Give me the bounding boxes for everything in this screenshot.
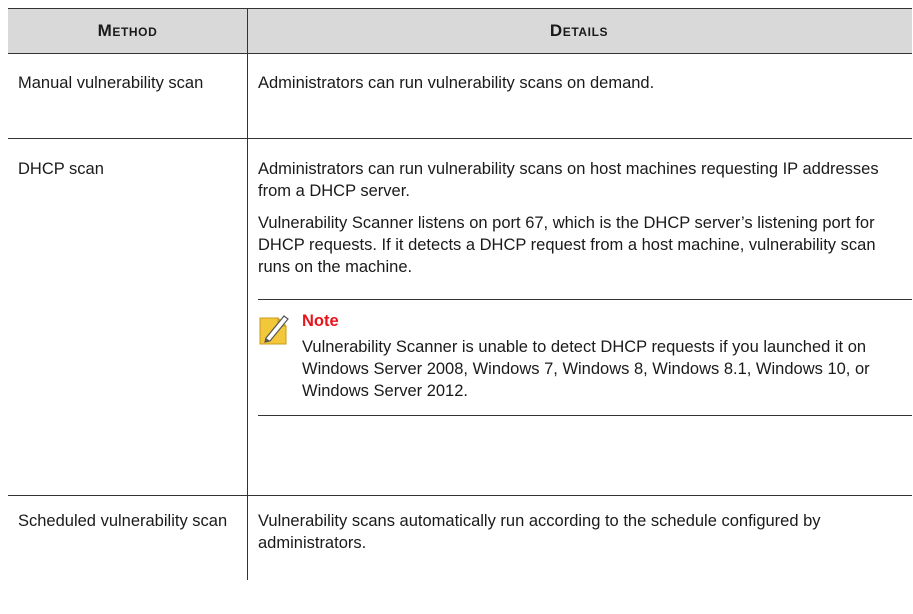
details-cell: Administrators can run vulnerability sca… (248, 139, 912, 495)
note-body: Note Vulnerability Scanner is unable to … (294, 310, 912, 402)
details-cell: Vulnerability scans automatically run ac… (248, 496, 912, 580)
note-text: Vulnerability Scanner is unable to detec… (302, 338, 870, 400)
header-method-label: Method (97, 21, 158, 40)
note-pencil-icon (258, 310, 294, 402)
method-cell: DHCP scan (8, 139, 248, 495)
details-cell: Administrators can run vulnerability sca… (248, 54, 912, 138)
table-header-row: Method Details (8, 8, 912, 54)
table-row: DHCP scan Administrators can run vulnera… (8, 139, 912, 496)
details-paragraph: Vulnerability Scanner listens on port 67… (258, 214, 876, 276)
note-callout: Note Vulnerability Scanner is unable to … (258, 299, 912, 416)
method-cell: Manual vulnerability scan (8, 54, 248, 138)
details-paragraph: Vulnerability scans automatically run ac… (258, 512, 821, 552)
scan-methods-table: Method Details Manual vulnerability scan… (8, 8, 912, 580)
table-row: Manual vulnerability scan Administrators… (8, 54, 912, 139)
method-cell: Scheduled vulnerability scan (8, 496, 248, 580)
details-paragraph: Administrators can run vulnerability sca… (258, 74, 655, 92)
note-title: Note (302, 312, 339, 330)
table-row: Scheduled vulnerability scan Vulnerabili… (8, 496, 912, 580)
details-paragraph: Administrators can run vulnerability sca… (258, 160, 879, 200)
header-cell-details: Details (248, 9, 912, 53)
header-cell-method: Method (8, 9, 248, 53)
header-details-label: Details (549, 21, 609, 40)
